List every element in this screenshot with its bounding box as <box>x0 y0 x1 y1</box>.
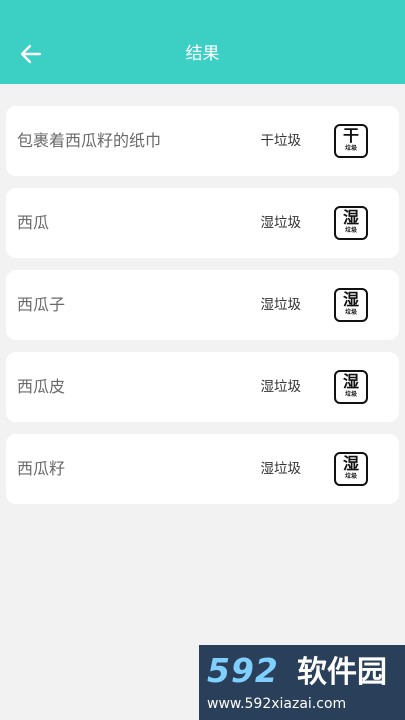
badge-sub-text: 垃圾 <box>344 309 357 316</box>
wet-waste-icon: 湿 垃圾 <box>334 288 368 322</box>
badge-sub-text: 垃圾 <box>344 145 357 152</box>
item-name: 包裹着西瓜籽的纸巾 <box>17 131 162 150</box>
result-item[interactable]: 西瓜 湿垃圾 湿 垃圾 <box>6 188 399 258</box>
badge-main-char: 湿 <box>342 208 359 227</box>
badge-sub-text: 垃圾 <box>344 391 357 398</box>
badge-main-char: 湿 <box>342 290 359 309</box>
app-header: 结果 <box>0 0 405 84</box>
badge-main-char: 湿 <box>342 454 359 473</box>
item-category: 湿垃圾 <box>260 297 302 313</box>
result-item[interactable]: 西瓜子 湿垃圾 湿 垃圾 <box>6 270 399 340</box>
item-name: 西瓜籽 <box>17 459 66 478</box>
watermark: 592 软件园 www.592xiazai.com <box>199 645 405 720</box>
badge-sub-text: 垃圾 <box>344 227 357 234</box>
watermark-url: www.592xiazai.com <box>207 696 347 712</box>
item-category: 湿垃圾 <box>260 379 302 395</box>
item-category: 湿垃圾 <box>260 461 302 477</box>
page-title: 结果 <box>185 44 220 64</box>
wet-waste-icon: 湿 垃圾 <box>334 452 368 486</box>
item-category: 湿垃圾 <box>260 215 302 231</box>
result-item[interactable]: 西瓜皮 湿垃圾 湿 垃圾 <box>6 352 399 422</box>
badge-main-char: 湿 <box>342 372 359 391</box>
badge-sub-text: 垃圾 <box>344 473 357 480</box>
item-name: 西瓜皮 <box>17 377 66 396</box>
wet-waste-icon: 湿 垃圾 <box>334 206 368 240</box>
result-item[interactable]: 包裹着西瓜籽的纸巾 干垃圾 干 垃圾 <box>6 106 399 176</box>
item-name: 西瓜 <box>17 213 50 232</box>
item-name: 西瓜子 <box>17 295 66 314</box>
watermark-text: 软件园 <box>297 655 387 690</box>
badge-main-char: 干 <box>342 126 359 145</box>
result-item[interactable]: 西瓜籽 湿垃圾 湿 垃圾 <box>6 434 399 504</box>
dry-waste-icon: 干 垃圾 <box>334 124 368 158</box>
item-category: 干垃圾 <box>260 133 302 149</box>
wet-waste-icon: 湿 垃圾 <box>334 370 368 404</box>
result-list: 包裹着西瓜籽的纸巾 干垃圾 干 垃圾 西瓜 湿垃圾 湿 垃圾 西瓜子 湿垃圾 湿… <box>6 106 399 516</box>
watermark-logo: 592 <box>207 651 279 690</box>
